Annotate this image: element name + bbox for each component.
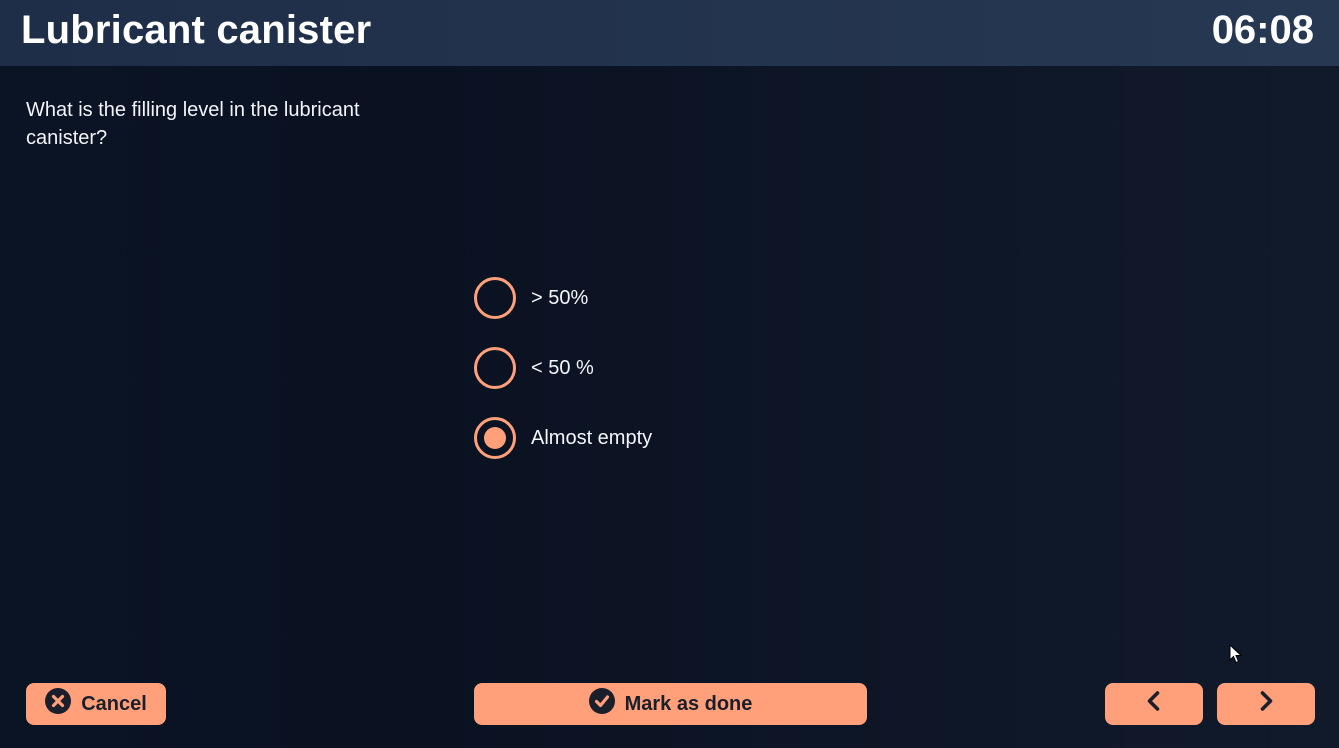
radio-button[interactable] [474, 277, 516, 319]
option-almost-empty[interactable]: Almost empty [474, 417, 652, 459]
done-label: Mark as done [624, 692, 753, 715]
clock-display: 06:08 [1211, 8, 1314, 52]
option-under-50[interactable]: < 50 % [474, 347, 652, 389]
chevron-left-icon [1144, 690, 1164, 718]
close-circle-icon [45, 688, 72, 720]
cancel-label: Cancel [81, 692, 147, 715]
next-button[interactable] [1217, 683, 1315, 725]
page-title: Lubricant canister [21, 8, 372, 52]
option-group: > 50% < 50 % Almost empty [474, 277, 652, 487]
option-label: Almost empty [531, 426, 653, 449]
mark-as-done-button[interactable]: Mark as done [474, 683, 867, 725]
radio-button[interactable] [474, 347, 516, 389]
mouse-pointer-icon [1229, 643, 1243, 669]
question-text: What is the filling level in the lubrica… [26, 99, 360, 149]
previous-button[interactable] [1105, 683, 1203, 725]
check-circle-icon [588, 688, 615, 720]
radio-button-selected[interactable] [474, 417, 516, 459]
option-over-50[interactable]: > 50% [474, 277, 652, 319]
header-bar: Lubricant canister 06:08 [0, 0, 1339, 66]
option-label: > 50% [531, 286, 589, 309]
chevron-right-icon [1256, 690, 1276, 718]
option-label: < 50 % [531, 356, 594, 379]
cancel-button[interactable]: Cancel [26, 683, 166, 725]
